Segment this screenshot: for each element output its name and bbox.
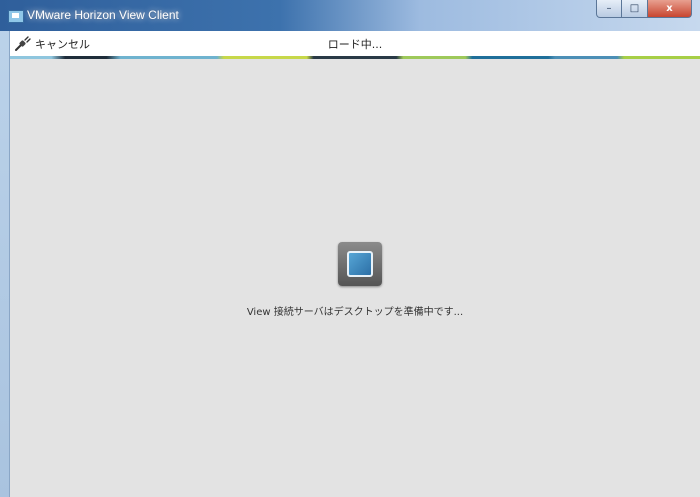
title-bar[interactable]: VMware Horizon View Client – □ x [0,0,700,31]
color-stripe [10,56,700,59]
window-title: VMware Horizon View Client [27,8,179,22]
app-icon [8,10,24,23]
minimize-button[interactable]: – [596,0,622,18]
loading-label: ロード中... [327,38,383,51]
toolbar: キャンセル ロード中... [10,31,700,56]
spinner-window-glyph [347,251,373,277]
close-button[interactable]: x [648,0,692,18]
minimize-icon: – [606,3,612,14]
loading-spinner-icon [338,242,382,286]
maximize-button[interactable]: □ [622,0,648,18]
app-window: VMware Horizon View Client – □ x キャンセル ロ… [0,0,700,497]
maximize-icon: □ [629,3,640,14]
window-controls: – □ x [596,0,692,20]
close-icon: x [666,3,673,14]
status-message: View 接続サーバはデスクトップを準備中です... [246,307,464,318]
client-area: キャンセル ロード中... View 接続サーバはデスクトップを準備中です... [9,31,700,497]
